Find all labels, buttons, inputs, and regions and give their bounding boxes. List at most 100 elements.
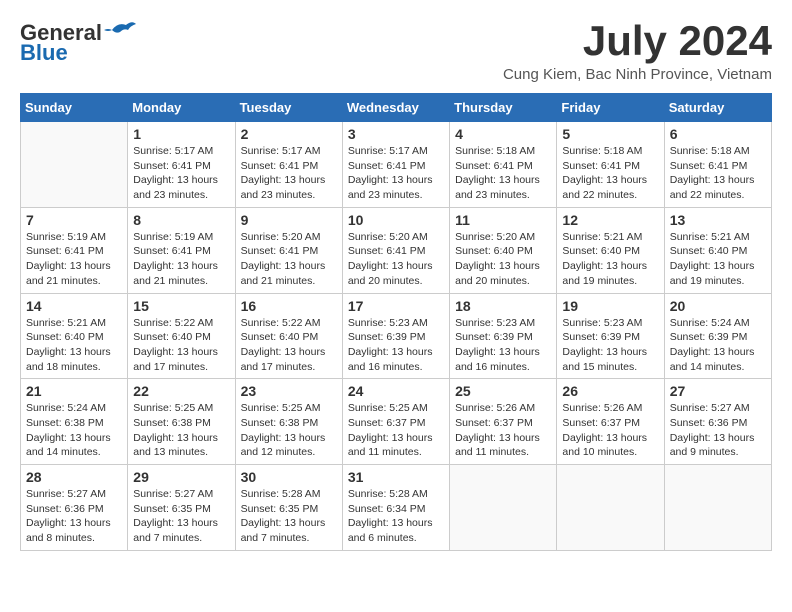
calendar-cell: 13 Sunrise: 5:21 AM Sunset: 6:40 PM Dayli…	[664, 207, 771, 293]
day-header-saturday: Saturday	[664, 94, 771, 122]
day-number: 9	[241, 212, 337, 228]
day-number: 25	[455, 383, 551, 399]
month-title: July 2024	[503, 20, 772, 62]
day-info: Sunrise: 5:17 AM Sunset: 6:41 PM Dayligh…	[241, 144, 337, 203]
day-number: 30	[241, 469, 337, 485]
day-number: 21	[26, 383, 122, 399]
calendar-week-row: 21 Sunrise: 5:24 AM Sunset: 6:38 PM Dayli…	[21, 379, 772, 465]
calendar-week-row: 28 Sunrise: 5:27 AM Sunset: 6:36 PM Dayli…	[21, 465, 772, 551]
day-number: 26	[562, 383, 658, 399]
calendar-cell: 18Sunrise: 5:23 AM Sunset: 6:39 PM Dayli…	[450, 293, 557, 379]
day-info: Sunrise: 5:22 AM Sunset: 6:40 PM Dayligh…	[241, 316, 337, 375]
day-number: 14	[26, 298, 122, 314]
calendar-cell: 15Sunrise: 5:22 AM Sunset: 6:40 PM Dayli…	[128, 293, 235, 379]
calendar-cell: 24Sunrise: 5:25 AM Sunset: 6:37 PM Dayli…	[342, 379, 449, 465]
day-info: Sunrise: 5:21 AM Sunset: 6:40 PM Dayligh…	[26, 316, 122, 375]
day-info: Sunrise: 5:20 AM Sunset: 6:40 PM Dayligh…	[455, 230, 551, 289]
day-info: Sunrise: 5:27 AM Sunset: 6:35 PM Dayligh…	[133, 487, 229, 546]
calendar-cell: 14 Sunrise: 5:21 AM Sunset: 6:40 PM Dayli…	[21, 293, 128, 379]
day-info: Sunrise: 5:23 AM Sunset: 6:39 PM Dayligh…	[348, 316, 444, 375]
calendar-cell: 26 Sunrise: 5:26 AM Sunset: 6:37 PM Dayli…	[557, 379, 664, 465]
title-section: July 2024 Cung Kiem, Bac Ninh Province, …	[503, 20, 772, 83]
calendar-cell: 25 Sunrise: 5:26 AM Sunset: 6:37 PM Dayli…	[450, 379, 557, 465]
calendar-cell: 7 Sunrise: 5:19 AM Sunset: 6:41 PM Daylig…	[21, 207, 128, 293]
day-number: 1	[133, 126, 229, 142]
day-info: Sunrise: 5:23 AM Sunset: 6:39 PM Dayligh…	[562, 316, 658, 375]
day-number: 8	[133, 212, 229, 228]
calendar-cell: 6Sunrise: 5:18 AM Sunset: 6:41 PM Daylig…	[664, 122, 771, 208]
day-info: Sunrise: 5:18 AM Sunset: 6:41 PM Dayligh…	[455, 144, 551, 203]
day-header-thursday: Thursday	[450, 94, 557, 122]
calendar-week-row: 14 Sunrise: 5:21 AM Sunset: 6:40 PM Dayli…	[21, 293, 772, 379]
day-info: Sunrise: 5:17 AM Sunset: 6:41 PM Dayligh…	[133, 144, 229, 203]
calendar-cell: 23 Sunrise: 5:25 AM Sunset: 6:38 PM Dayli…	[235, 379, 342, 465]
calendar-cell: 8 Sunrise: 5:19 AM Sunset: 6:41 PM Daylig…	[128, 207, 235, 293]
calendar-cell: 11 Sunrise: 5:20 AM Sunset: 6:40 PM Dayli…	[450, 207, 557, 293]
day-number: 19	[562, 298, 658, 314]
day-info: Sunrise: 5:25 AM Sunset: 6:38 PM Dayligh…	[133, 401, 229, 460]
day-info: Sunrise: 5:28 AM Sunset: 6:35 PM Dayligh…	[241, 487, 337, 546]
day-info: Sunrise: 5:24 AM Sunset: 6:38 PM Dayligh…	[26, 401, 122, 460]
day-info: Sunrise: 5:19 AM Sunset: 6:41 PM Dayligh…	[133, 230, 229, 289]
day-number: 16	[241, 298, 337, 314]
day-info: Sunrise: 5:27 AM Sunset: 6:36 PM Dayligh…	[26, 487, 122, 546]
day-info: Sunrise: 5:19 AM Sunset: 6:41 PM Dayligh…	[26, 230, 122, 289]
day-number: 29	[133, 469, 229, 485]
day-info: Sunrise: 5:27 AM Sunset: 6:36 PM Dayligh…	[670, 401, 766, 460]
day-header-friday: Friday	[557, 94, 664, 122]
calendar-cell: 17Sunrise: 5:23 AM Sunset: 6:39 PM Dayli…	[342, 293, 449, 379]
day-header-monday: Monday	[128, 94, 235, 122]
day-number: 22	[133, 383, 229, 399]
day-number: 4	[455, 126, 551, 142]
day-info: Sunrise: 5:21 AM Sunset: 6:40 PM Dayligh…	[562, 230, 658, 289]
day-number: 31	[348, 469, 444, 485]
day-number: 5	[562, 126, 658, 142]
day-number: 2	[241, 126, 337, 142]
calendar-cell: 3 Sunrise: 5:17 AM Sunset: 6:41 PM Daylig…	[342, 122, 449, 208]
calendar-cell: 31Sunrise: 5:28 AM Sunset: 6:34 PM Dayli…	[342, 465, 449, 551]
logo-blue: Blue	[20, 40, 68, 66]
calendar-week-row: 1 Sunrise: 5:17 AM Sunset: 6:41 PM Daylig…	[21, 122, 772, 208]
calendar-cell: 9Sunrise: 5:20 AM Sunset: 6:41 PM Daylig…	[235, 207, 342, 293]
day-number: 12	[562, 212, 658, 228]
day-number: 13	[670, 212, 766, 228]
day-number: 11	[455, 212, 551, 228]
day-info: Sunrise: 5:25 AM Sunset: 6:37 PM Dayligh…	[348, 401, 444, 460]
calendar-cell	[557, 465, 664, 551]
calendar-cell: 16 Sunrise: 5:22 AM Sunset: 6:40 PM Dayli…	[235, 293, 342, 379]
day-number: 23	[241, 383, 337, 399]
calendar-cell: 28 Sunrise: 5:27 AM Sunset: 6:36 PM Dayli…	[21, 465, 128, 551]
day-number: 7	[26, 212, 122, 228]
calendar-cell: 27Sunrise: 5:27 AM Sunset: 6:36 PM Dayli…	[664, 379, 771, 465]
calendar-cell	[21, 122, 128, 208]
day-info: Sunrise: 5:17 AM Sunset: 6:41 PM Dayligh…	[348, 144, 444, 203]
day-info: Sunrise: 5:26 AM Sunset: 6:37 PM Dayligh…	[562, 401, 658, 460]
calendar-cell: 29 Sunrise: 5:27 AM Sunset: 6:35 PM Dayli…	[128, 465, 235, 551]
calendar-cell: 2 Sunrise: 5:17 AM Sunset: 6:41 PM Daylig…	[235, 122, 342, 208]
day-info: Sunrise: 5:18 AM Sunset: 6:41 PM Dayligh…	[670, 144, 766, 203]
calendar-cell: 21 Sunrise: 5:24 AM Sunset: 6:38 PM Dayli…	[21, 379, 128, 465]
day-info: Sunrise: 5:21 AM Sunset: 6:40 PM Dayligh…	[670, 230, 766, 289]
day-info: Sunrise: 5:24 AM Sunset: 6:39 PM Dayligh…	[670, 316, 766, 375]
day-number: 20	[670, 298, 766, 314]
calendar-cell: 1 Sunrise: 5:17 AM Sunset: 6:41 PM Daylig…	[128, 122, 235, 208]
day-number: 10	[348, 212, 444, 228]
calendar-cell: 10 Sunrise: 5:20 AM Sunset: 6:41 PM Dayli…	[342, 207, 449, 293]
day-header-wednesday: Wednesday	[342, 94, 449, 122]
calendar-cell: 5 Sunrise: 5:18 AM Sunset: 6:41 PM Daylig…	[557, 122, 664, 208]
day-info: Sunrise: 5:25 AM Sunset: 6:38 PM Dayligh…	[241, 401, 337, 460]
day-info: Sunrise: 5:23 AM Sunset: 6:39 PM Dayligh…	[455, 316, 551, 375]
logo-bird-icon	[104, 20, 136, 42]
day-number: 28	[26, 469, 122, 485]
page-header: General Blue July 2024 Cung Kiem, Bac Ni…	[20, 20, 772, 83]
location: Cung Kiem, Bac Ninh Province, Vietnam	[503, 66, 772, 83]
day-number: 3	[348, 126, 444, 142]
calendar-cell	[664, 465, 771, 551]
day-header-tuesday: Tuesday	[235, 94, 342, 122]
day-info: Sunrise: 5:20 AM Sunset: 6:41 PM Dayligh…	[348, 230, 444, 289]
day-info: Sunrise: 5:18 AM Sunset: 6:41 PM Dayligh…	[562, 144, 658, 203]
calendar-cell: 12 Sunrise: 5:21 AM Sunset: 6:40 PM Dayli…	[557, 207, 664, 293]
day-info: Sunrise: 5:26 AM Sunset: 6:37 PM Dayligh…	[455, 401, 551, 460]
logo: General Blue	[20, 20, 136, 66]
calendar-cell: 19 Sunrise: 5:23 AM Sunset: 6:39 PM Dayli…	[557, 293, 664, 379]
